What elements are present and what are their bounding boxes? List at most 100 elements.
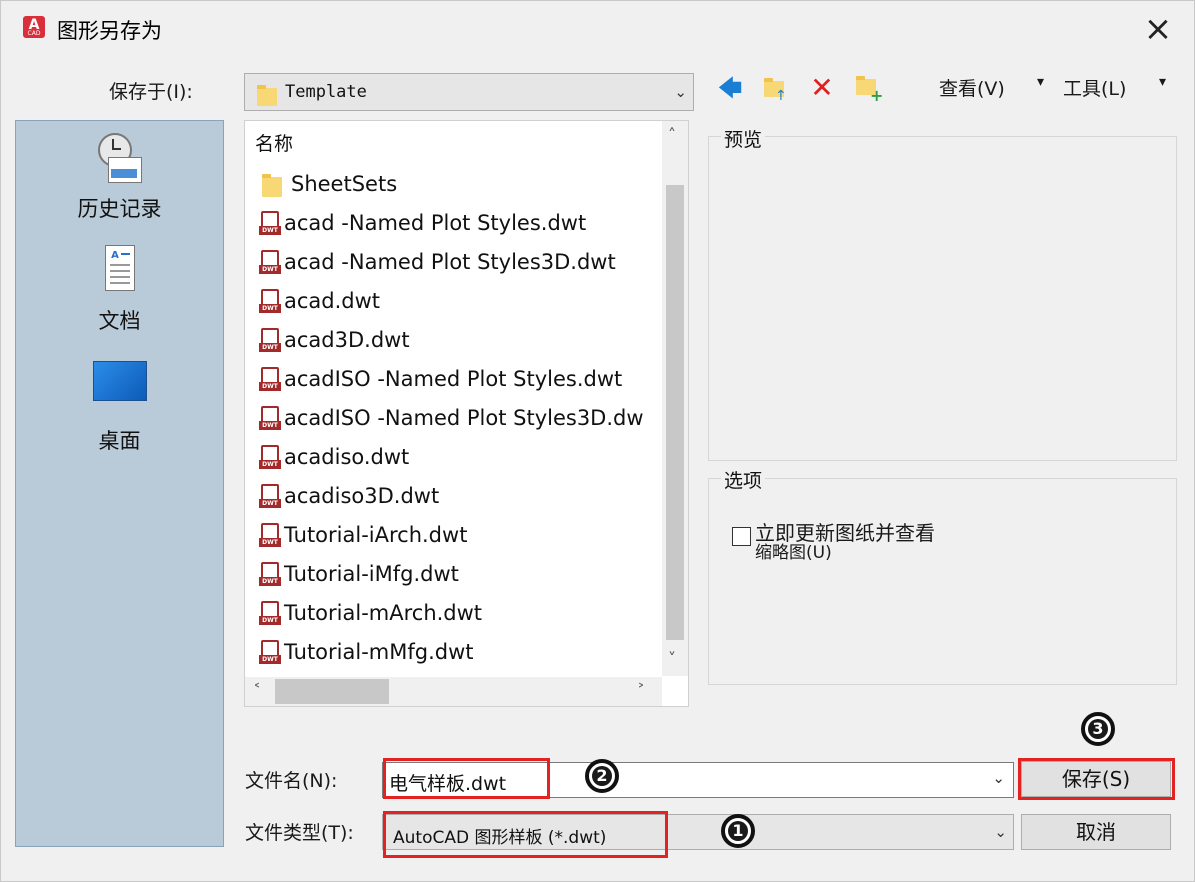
- update-thumbnail-checkbox[interactable]: [732, 527, 751, 546]
- preview-title: 预览: [721, 125, 766, 152]
- chevron-down-icon: ⌄: [674, 83, 687, 101]
- file-item[interactable]: DWT acad -Named Plot Styles.dwt: [259, 205, 586, 241]
- view-menu[interactable]: 查看(V): [939, 74, 1005, 101]
- place-desktop[interactable]: 桌面: [16, 361, 223, 455]
- dwt-file-icon: DWT: [259, 210, 281, 236]
- place-history[interactable]: 历史记录: [16, 133, 223, 223]
- autocad-app-icon: A CAD: [23, 16, 45, 38]
- delete-icon[interactable]: ✕: [807, 73, 837, 103]
- title-bar: A CAD 图形另存为 ×: [1, 1, 1194, 57]
- desktop-icon: [92, 361, 147, 401]
- column-header-name[interactable]: 名称: [255, 129, 293, 156]
- save-in-dropdown[interactable]: Template ⌄: [244, 73, 694, 111]
- filename-label: 文件名(N):: [245, 770, 338, 792]
- sort-ascending-icon: ˄: [517, 120, 525, 134]
- dwt-file-icon: DWT: [259, 288, 281, 314]
- dwt-file-icon: DWT: [259, 444, 281, 470]
- new-folder-icon[interactable]: +: [853, 73, 883, 105]
- up-folder-icon[interactable]: ↑: [759, 73, 789, 104]
- horizontal-scrollbar[interactable]: ˂ ˃: [245, 677, 662, 706]
- folder-icon: [259, 171, 285, 197]
- scroll-right-icon[interactable]: ˃: [637, 681, 645, 700]
- file-name: acad -Named Plot Styles.dwt: [284, 211, 587, 235]
- dwt-tag: DWT: [259, 343, 281, 352]
- close-button[interactable]: ×: [1138, 9, 1178, 49]
- file-name: acad -Named Plot Styles3D.dwt: [284, 250, 616, 274]
- place-documents[interactable]: A 文档: [16, 245, 223, 335]
- file-item[interactable]: DWT acadiso3D.dwt: [259, 478, 439, 514]
- file-item-folder[interactable]: SheetSets: [259, 166, 397, 202]
- horizontal-scroll-thumb[interactable]: [275, 679, 389, 704]
- vertical-scrollbar[interactable]: ˄ ˅: [662, 121, 688, 676]
- highlight-save: [1018, 758, 1175, 800]
- file-name: Tutorial-iMfg.dwt: [284, 562, 459, 586]
- document-icon: A: [104, 245, 135, 291]
- dwt-file-icon: DWT: [259, 405, 281, 431]
- highlight-filename: [383, 758, 550, 799]
- dwt-tag: DWT: [259, 226, 281, 235]
- place-label-documents: 文档: [98, 309, 141, 333]
- dwt-tag: DWT: [259, 616, 281, 625]
- places-bar: 历史记录 A 文档 桌面: [15, 120, 224, 847]
- dwt-tag: DWT: [259, 382, 281, 391]
- file-list[interactable]: ˄ 名称 SheetSets DWT acad -Named Plot Styl…: [244, 120, 689, 707]
- chevron-down-icon[interactable]: ⌄: [992, 769, 1005, 787]
- scroll-left-icon[interactable]: ˂: [253, 681, 261, 700]
- callout-badge-1: 1: [721, 814, 755, 848]
- file-item[interactable]: DWT Tutorial-mMfg.dwt: [259, 634, 474, 670]
- vertical-scroll-thumb[interactable]: [666, 185, 684, 640]
- dwt-tag: DWT: [259, 499, 281, 508]
- file-name: acad3D.dwt: [284, 328, 410, 352]
- file-item[interactable]: DWT Tutorial-iMfg.dwt: [259, 556, 459, 592]
- preview-group: [708, 136, 1177, 461]
- file-item[interactable]: DWT acad -Named Plot Styles3D.dwt: [259, 244, 616, 280]
- save-in-value: Template: [285, 82, 367, 102]
- folder-icon: [257, 85, 277, 106]
- scroll-up-icon[interactable]: ˄: [668, 125, 676, 144]
- file-name: Tutorial-mMfg.dwt: [284, 640, 474, 664]
- dialog-title: 图形另存为: [57, 19, 162, 43]
- file-name: acadISO -Named Plot Styles.dwt: [284, 367, 623, 391]
- options-group: [708, 478, 1177, 685]
- file-name: acadiso3D.dwt: [284, 484, 440, 508]
- dwt-tag: DWT: [259, 265, 281, 274]
- dwt-tag: DWT: [259, 304, 281, 313]
- chevron-down-icon: ⌄: [994, 823, 1007, 841]
- file-item[interactable]: DWT acadISO -Named Plot Styles.dwt: [259, 361, 622, 397]
- file-item[interactable]: DWT acadiso.dwt: [259, 439, 409, 475]
- dwt-file-icon: DWT: [259, 366, 281, 392]
- checkbox-label-line2: 缩略图(U): [755, 543, 832, 563]
- tools-dropdown-icon[interactable]: ▾: [1159, 74, 1166, 90]
- dwt-file-icon: DWT: [259, 483, 281, 509]
- file-item[interactable]: DWT Tutorial-iArch.dwt: [259, 517, 467, 553]
- file-item[interactable]: DWT acadISO -Named Plot Styles3D.dw: [259, 400, 644, 436]
- dwt-tag: DWT: [259, 421, 281, 430]
- tools-menu[interactable]: 工具(L): [1063, 74, 1126, 101]
- file-item[interactable]: DWT acad3D.dwt: [259, 322, 410, 358]
- highlight-filetype: [383, 811, 668, 858]
- place-label-desktop: 桌面: [98, 429, 141, 453]
- checkbox-label-line1: 立即更新图纸并查看: [755, 521, 935, 545]
- file-name: acadISO -Named Plot Styles3D.dw: [284, 406, 644, 430]
- scroll-down-icon[interactable]: ˅: [668, 649, 676, 668]
- dwt-tag: DWT: [259, 577, 281, 586]
- callout-number: 2: [592, 766, 612, 786]
- update-thumbnail-label: 立即更新图纸并查看 缩略图(U): [755, 523, 935, 563]
- file-item[interactable]: DWT acad.dwt: [259, 283, 380, 319]
- file-name: Tutorial-mArch.dwt: [284, 601, 483, 625]
- file-name: acad.dwt: [284, 289, 381, 313]
- view-dropdown-icon[interactable]: ▾: [1037, 74, 1044, 90]
- history-icon: [97, 133, 142, 183]
- dwt-tag: DWT: [259, 538, 281, 547]
- dwt-tag: DWT: [259, 460, 281, 469]
- dwt-file-icon: DWT: [259, 522, 281, 548]
- dwt-file-icon: DWT: [259, 639, 281, 665]
- file-item[interactable]: DWT Tutorial-mArch.dwt: [259, 595, 482, 631]
- cancel-button[interactable]: 取消: [1021, 814, 1171, 850]
- dwt-file-icon: DWT: [259, 249, 281, 275]
- back-arrow-icon[interactable]: 🡄: [715, 73, 745, 103]
- callout-badge-3: 3: [1081, 712, 1115, 746]
- dwt-file-icon: DWT: [259, 600, 281, 626]
- dwt-file-icon: DWT: [259, 327, 281, 353]
- save-in-label: 保存于(I):: [109, 81, 193, 103]
